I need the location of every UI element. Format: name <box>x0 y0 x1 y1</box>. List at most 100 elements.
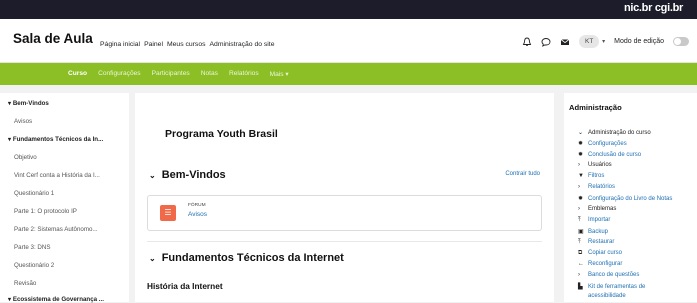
admin-badges[interactable]: › Emblemas <box>578 206 616 212</box>
admin-gradebook-setup[interactable]: ✹ Configuração do Livro de Notas <box>578 195 672 202</box>
course-content: Programa Youth Brasil ⌄ Bem-Vindos Contra… <box>135 93 554 302</box>
partner-logos: nic.br cgi.br <box>623 2 683 14</box>
section-title: Bem-Vindos <box>161 169 226 181</box>
nav-my-courses[interactable]: Meus cursos <box>167 41 206 48</box>
course-index: ▾ Bem-Vindos Avisos ▾ Fundamentos Técnic… <box>0 93 132 303</box>
chart-icon: ▙ <box>578 284 583 290</box>
section-title: Fundamentos Técnicos da Internet <box>161 252 344 264</box>
admin-label: Conclusão de curso <box>588 152 642 158</box>
chevron-right-icon: › <box>578 184 580 190</box>
admin-label: Reconfigurar <box>588 261 623 267</box>
index-item-vint-cerf[interactable]: Vint Cerf conta a História da I... <box>14 172 126 179</box>
site-brand[interactable]: Sala de Aula <box>13 31 93 46</box>
admin-label: Emblemas <box>588 206 617 212</box>
admin-label: Administração do curso <box>588 130 651 136</box>
admin-settings[interactable]: ✹ Configurações <box>578 140 627 147</box>
section-header-fundamentos[interactable]: ⌄ Fundamentos Técnicos da Internet <box>149 252 344 264</box>
activity-link[interactable]: Avisos <box>188 211 207 218</box>
tab-grades[interactable]: Notas <box>201 70 218 78</box>
primary-nav: Página inicial Painel Meus cursos Admini… <box>100 41 274 48</box>
admin-block: Administração ⌄ Administração do curso ✹ C… <box>564 93 697 302</box>
admin-backup[interactable]: ▣ Backup <box>578 228 608 235</box>
admin-accessibility-toolkit[interactable]: ▙ Kit de ferramentas de <box>578 283 645 290</box>
section-header-bem-vindos[interactable]: ⌄ Bem-Vindos <box>149 169 226 181</box>
chevron-right-icon: › <box>578 272 580 278</box>
admin-label: Kit de ferramentas de <box>588 284 646 290</box>
admin-restore[interactable]: ⤒ Restaurar <box>578 239 614 246</box>
nav-home[interactable]: Página inicial <box>100 41 140 48</box>
admin-label: Usuários <box>588 162 612 168</box>
index-item-parte-2[interactable]: Parte 2: Sistemas Autônomo... <box>14 226 126 233</box>
index-item-objetivo[interactable]: Objetivo <box>14 154 132 161</box>
gear-icon: ✹ <box>578 152 584 158</box>
index-item-revisao[interactable]: Revisão <box>14 280 132 287</box>
gear-icon: ✹ <box>578 141 584 147</box>
chevron-down-icon[interactable]: ⌄ <box>149 171 156 180</box>
tab-course[interactable]: Curso <box>68 70 87 78</box>
admin-course-admin[interactable]: ⌄ Administração do curso <box>578 129 651 136</box>
chevron-down-icon[interactable]: ⌄ <box>149 254 156 263</box>
course-nav: Curso Configurações Participantes Notas … <box>68 70 289 78</box>
backup-icon: ▣ <box>578 229 584 235</box>
tab-more-label: Mais <box>269 71 284 78</box>
notification-bell-icon[interactable] <box>522 37 532 47</box>
collapse-all-link[interactable]: Contrair tudo <box>505 171 540 177</box>
course-nav-bar: Curso Configurações Participantes Notas … <box>0 63 697 85</box>
user-controls: KT ▾ Modo de edição <box>522 35 689 48</box>
tab-participants[interactable]: Participantes <box>152 70 190 78</box>
site-topbar: nic.br cgi.br <box>0 0 697 19</box>
subsection-title: História da Internet <box>147 281 223 291</box>
admin-filters[interactable]: ▼ Filtros <box>578 173 604 179</box>
admin-label: Configurações <box>588 141 627 147</box>
admin-label: Copiar curso <box>588 250 623 256</box>
admin-question-bank[interactable]: › Banco de questões <box>578 272 639 278</box>
admin-label: Importar <box>588 217 611 223</box>
admin-reports[interactable]: › Relatórios <box>578 184 615 190</box>
tab-more[interactable]: Mais ▾ <box>270 70 289 78</box>
index-item-avisos[interactable]: Avisos <box>14 118 132 125</box>
activity-forum-avisos[interactable]: ☰ FÓRUM Avisos <box>147 195 542 231</box>
index-label: Fundamentos Técnicos da In... <box>12 136 104 143</box>
index-item-questionario-1[interactable]: Questionário 1 <box>14 190 132 197</box>
gear-icon: ✹ <box>578 196 584 202</box>
chevron-right-icon: › <box>578 162 580 168</box>
chevron-right-icon: › <box>578 206 580 212</box>
user-avatar[interactable]: KT <box>579 35 600 48</box>
more-chevron-down-icon: ▾ <box>285 71 289 78</box>
index-section-bem-vindos[interactable]: ▾ Bem-Vindos <box>8 100 126 107</box>
admin-label: Backup <box>588 229 609 235</box>
admin-import[interactable]: ⤒ Importar <box>578 217 610 224</box>
activity-type: FÓRUM <box>188 203 206 208</box>
admin-reset[interactable]: ← Reconfigurar <box>578 261 622 267</box>
chat-bubble-icon[interactable] <box>541 37 551 47</box>
nav-dashboard[interactable]: Painel <box>144 41 163 48</box>
tab-reports[interactable]: Relatórios <box>229 70 259 78</box>
admin-accessibility-toolkit-cont[interactable]: acessibilidade <box>588 293 626 299</box>
admin-label: Filtros <box>588 173 605 179</box>
admin-copy-course[interactable]: ⧉ Copiar curso <box>578 250 622 257</box>
envelope-icon[interactable] <box>560 37 570 47</box>
upload-icon: ⤒ <box>578 217 581 223</box>
admin-label: Restaurar <box>588 239 615 245</box>
site-header: Sala de Aula Página inicial Painel Meus … <box>0 19 697 63</box>
page-title: Programa Youth Brasil <box>165 128 278 140</box>
admin-label: Banco de questões <box>588 272 640 278</box>
forum-icon: ☰ <box>160 205 176 221</box>
admin-block-title: Administração <box>569 103 622 112</box>
nav-site-admin[interactable]: Administração do site <box>210 41 275 48</box>
user-menu-chevron-down-icon[interactable]: ▾ <box>602 38 605 45</box>
chevron-down-icon: ⌄ <box>578 130 584 136</box>
filter-icon: ▼ <box>578 173 584 179</box>
admin-users[interactable]: › Usuários <box>578 162 612 168</box>
tab-settings[interactable]: Configurações <box>98 70 141 78</box>
upload-icon: ⤒ <box>578 239 581 245</box>
copy-icon: ⧉ <box>578 250 583 256</box>
admin-course-completion[interactable]: ✹ Conclusão de curso <box>578 151 641 158</box>
index-item-questionario-2[interactable]: Questionário 2 <box>14 262 132 269</box>
edit-mode-toggle[interactable] <box>673 37 689 46</box>
index-item-parte-1[interactable]: Parte 1: O protocolo IP <box>14 208 132 215</box>
edit-mode-label: Modo de edição <box>614 38 664 45</box>
index-section-fundamentos[interactable]: ▾ Fundamentos Técnicos da In... <box>8 136 126 143</box>
arrow-left-icon: ← <box>578 261 584 267</box>
index-item-parte-3[interactable]: Parte 3: DNS <box>14 244 132 251</box>
